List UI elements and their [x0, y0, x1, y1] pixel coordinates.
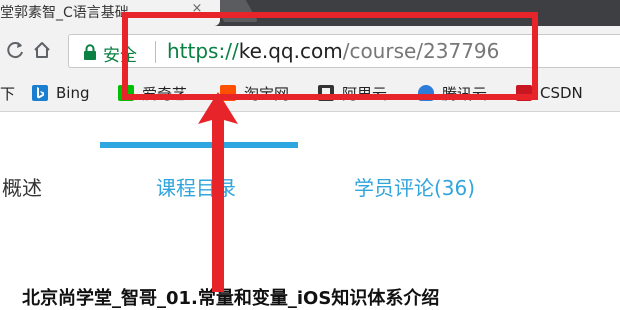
bookmark-label: 下	[0, 84, 16, 103]
tab-student-reviews[interactable]: 学员评论(36)	[354, 172, 475, 201]
course-page: 概述 课程目录 学员评论(36) 北京尚学堂_智哥_01.常量和变量_iOS知识…	[0, 112, 620, 310]
refresh-icon[interactable]	[6, 40, 26, 60]
home-icon[interactable]	[32, 40, 52, 60]
tab-overview[interactable]: 概述	[2, 172, 42, 201]
bookmark-item-truncated[interactable]: 下	[0, 81, 15, 105]
tab-title: 堂郭素智_C语言基础	[0, 5, 129, 21]
bookmark-label: Bing	[56, 84, 90, 102]
lock-icon	[84, 44, 96, 60]
bookmark-label: CSDN	[540, 84, 583, 102]
annotation-highlight-box	[122, 12, 538, 100]
bookmark-item-bing[interactable]: Bing	[32, 81, 90, 105]
bing-icon	[32, 85, 48, 101]
annotation-arrow-icon	[198, 92, 238, 292]
